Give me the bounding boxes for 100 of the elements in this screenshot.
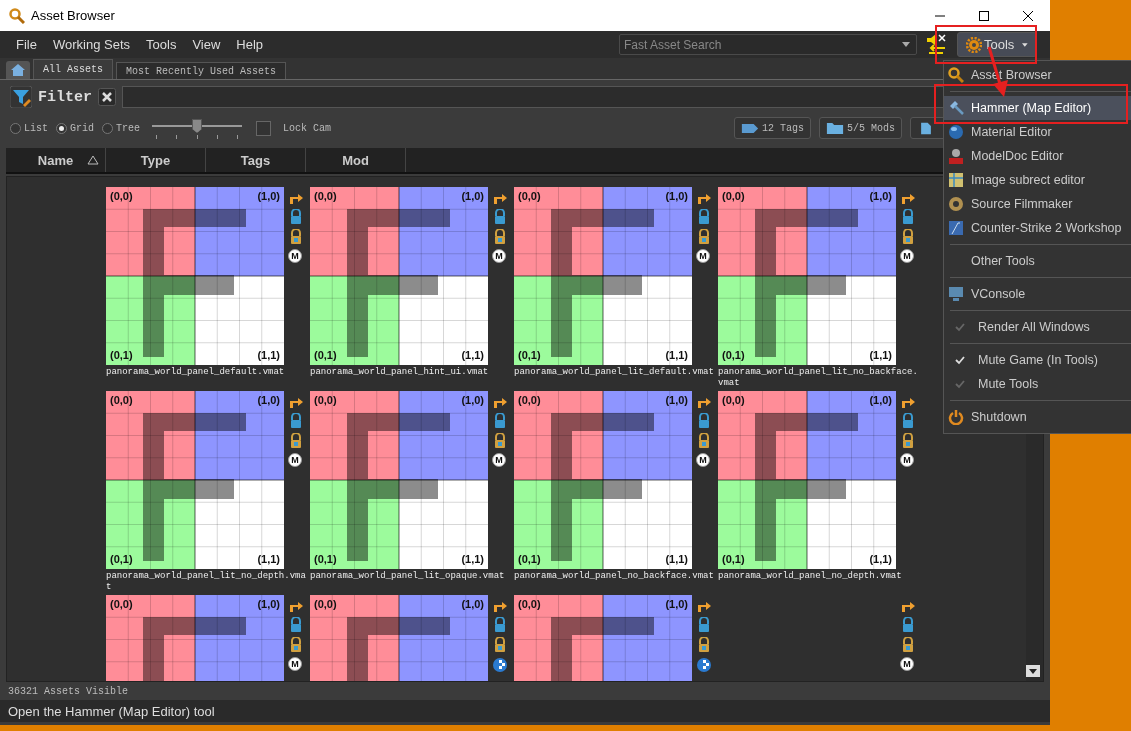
asset-name: panorama_world_panel_hint_ui.vmat: [310, 367, 490, 378]
lock-icon[interactable]: [900, 413, 916, 429]
maximize-icon[interactable]: [978, 9, 990, 22]
lock-icon[interactable]: [492, 433, 508, 449]
caret-icon[interactable]: [902, 42, 910, 47]
lock-icon[interactable]: [288, 617, 304, 633]
coordinate-label: (0,1): [110, 553, 133, 565]
lock-icon[interactable]: [492, 229, 508, 245]
menu-item[interactable]: Mute Game (In Tools): [944, 348, 1131, 372]
lock-icon[interactable]: [696, 433, 712, 449]
menu-item[interactable]: Tools: [138, 37, 185, 52]
lock-icon[interactable]: [696, 229, 712, 245]
tab[interactable]: Most Recently Used Assets: [116, 62, 287, 79]
lock-icon[interactable]: [696, 637, 712, 653]
tools-button[interactable]: Tools: [957, 32, 1037, 57]
lock-icon[interactable]: [492, 637, 508, 653]
menu-item[interactable]: Hammer (Map Editor): [944, 96, 1131, 120]
texture-thumbnail[interactable]: (0,0) (1,0) (0,1) (1,1): [514, 391, 692, 569]
checker-badge-icon[interactable]: [492, 657, 508, 673]
texture-thumbnail[interactable]: (0,0) (1,0) (0,1) (1,1): [310, 391, 488, 569]
coordinate-label: (0,1): [518, 349, 541, 361]
menu-item[interactable]: ModelDoc Editor: [944, 144, 1131, 168]
clear-icon[interactable]: [98, 88, 116, 106]
badge[interactable]: M: [288, 249, 302, 263]
zoom-slider[interactable]: [152, 117, 243, 139]
asset-name: panorama_world_panel_lit_default.vmat: [514, 367, 714, 378]
badge[interactable]: M: [900, 249, 914, 263]
menu-item[interactable]: Shutdown: [944, 405, 1131, 429]
menu-item[interactable]: Material Editor: [944, 120, 1131, 144]
badge[interactable]: M: [492, 249, 506, 263]
texture-thumbnail[interactable]: (0,0) (1,0) (0,1) (1,1): [718, 391, 896, 569]
menu-item[interactable]: View: [184, 37, 229, 52]
column-header[interactable]: Name: [6, 148, 106, 172]
checkbox[interactable]: [256, 120, 272, 136]
lock-icon[interactable]: [900, 229, 916, 245]
coordinate-label: (0,1): [722, 349, 745, 361]
filter-button[interactable]: 12 Tags: [733, 117, 811, 139]
hammer-icon: [948, 100, 964, 116]
lock-icon[interactable]: [492, 413, 508, 429]
checker-badge-icon[interactable]: [696, 657, 712, 673]
filter-icon[interactable]: [10, 86, 32, 108]
badge[interactable]: M: [492, 453, 506, 467]
menu-item[interactable]: Image subrect editor: [944, 168, 1131, 192]
coordinate-label: (1,0): [869, 394, 892, 406]
texture-thumbnail[interactable]: (0,0) (1,0) (0,1) (1,1): [310, 187, 488, 365]
scroll-down-icon[interactable]: [1026, 665, 1040, 677]
column-header[interactable]: Type: [106, 148, 206, 172]
badge[interactable]: M: [288, 657, 302, 671]
badge[interactable]: M: [900, 453, 914, 467]
coordinate-label: (1,1): [869, 553, 892, 565]
column-header[interactable]: Mod: [306, 148, 406, 172]
coordinate-label: (0,0): [110, 598, 133, 610]
menu-item[interactable]: Help: [228, 37, 272, 52]
lock-icon[interactable]: [288, 637, 304, 653]
home-tab[interactable]: [6, 61, 30, 79]
column-header[interactable]: Tags: [206, 148, 306, 172]
lock-icon[interactable]: [900, 617, 916, 633]
view-mode-radio[interactable]: List: [10, 122, 48, 134]
lock-icon[interactable]: [696, 413, 712, 429]
menu-item[interactable]: Source Filmmaker: [944, 192, 1131, 216]
menu-item[interactable]: Mute Tools: [944, 372, 1131, 396]
coordinate-label: (0,1): [722, 553, 745, 565]
filter-button[interactable]: 5/5 Mods: [819, 117, 902, 139]
menu-item[interactable]: File: [8, 37, 45, 52]
texture-thumbnail[interactable]: (0,0) (1,0) (0,1) (1,1): [718, 187, 896, 365]
lock-icon[interactable]: [288, 413, 304, 429]
coordinate-label: (0,1): [314, 349, 337, 361]
lock-icon[interactable]: [492, 209, 508, 225]
speaker-mute-icon[interactable]: [925, 32, 949, 57]
close-icon[interactable]: [1022, 9, 1034, 22]
status-text: Open the Hammer (Map Editor) tool: [0, 700, 1050, 722]
coordinate-label: (1,0): [665, 190, 688, 202]
badge[interactable]: M: [696, 249, 710, 263]
lock-icon[interactable]: [288, 433, 304, 449]
view-mode-radio[interactable]: Tree: [102, 122, 141, 134]
lock-icon[interactable]: [492, 617, 508, 633]
coordinate-label: (0,0): [314, 598, 337, 610]
lock-icon[interactable]: [900, 637, 916, 653]
lock-icon[interactable]: [696, 209, 712, 225]
asset-name: panorama_world_panel_default.vmat: [106, 367, 286, 378]
badge[interactable]: M: [288, 453, 302, 467]
lock-icon[interactable]: [696, 617, 712, 633]
lock-icon[interactable]: [288, 229, 304, 245]
menu-item[interactable]: Other Tools: [944, 249, 1131, 273]
coordinate-label: (1,0): [257, 190, 280, 202]
menu-item[interactable]: Counter-Strike 2 Workshop: [944, 216, 1131, 240]
window-title: Asset Browser: [31, 8, 115, 23]
lock-icon[interactable]: [288, 209, 304, 225]
badge[interactable]: M: [900, 657, 914, 671]
texture-thumbnail[interactable]: (0,0) (1,0) (0,1) (1,1): [106, 187, 284, 365]
tab[interactable]: All Assets: [33, 59, 113, 79]
badge[interactable]: M: [696, 453, 710, 467]
view-mode-radio[interactable]: Grid: [56, 122, 95, 134]
menu-item[interactable]: Render All Windows: [944, 315, 1131, 339]
menu-item[interactable]: Working Sets: [44, 37, 139, 52]
texture-thumbnail[interactable]: (0,0) (1,0) (0,1) (1,1): [514, 187, 692, 365]
lock-icon[interactable]: [900, 209, 916, 225]
texture-thumbnail[interactable]: (0,0) (1,0) (0,1) (1,1): [106, 391, 284, 569]
lock-icon[interactable]: [900, 433, 916, 449]
menu-item[interactable]: VConsole: [944, 282, 1131, 306]
